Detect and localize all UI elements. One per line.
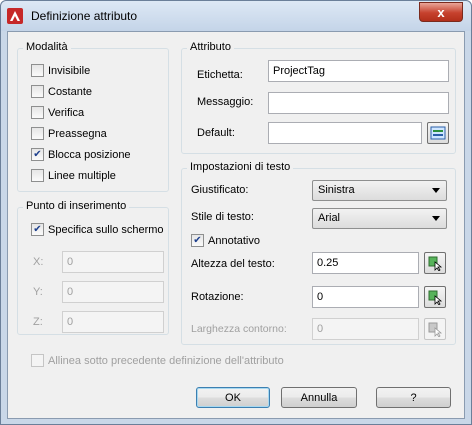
checkbox-costante[interactable]: Costante [31, 84, 92, 99]
modalita-group: Modalità Invisibile Costante Verifica Pr… [17, 41, 169, 192]
checkbox-box[interactable] [31, 106, 44, 119]
checkbox-linee-multiple-label: Linee multiple [48, 169, 116, 182]
x-label: X: [33, 256, 44, 268]
checkbox-invisibile[interactable]: Invisibile [31, 63, 90, 78]
checkbox-box[interactable] [31, 169, 44, 182]
modalita-group-label: Modalità [23, 41, 71, 53]
checkbox-verifica[interactable]: Verifica [31, 105, 84, 120]
giustificato-label: Giustificato: [191, 184, 249, 196]
close-button[interactable]: x [419, 2, 463, 22]
checkbox-annotativo[interactable]: Annotativo [191, 233, 260, 248]
ok-button[interactable]: OK [196, 387, 270, 408]
x-input[interactable]: 0 [62, 251, 164, 273]
chevron-down-icon [432, 216, 440, 221]
default-input[interactable] [268, 122, 422, 144]
insert-field-icon [430, 126, 446, 140]
checkbox-box-checked[interactable] [31, 223, 44, 236]
stile-testo-select[interactable]: Arial [312, 208, 447, 229]
pick-width-button[interactable] [424, 318, 446, 340]
punto-inserimento-group: Punto di inserimento Specifica sullo sch… [17, 200, 169, 335]
checkbox-allinea-label: Allinea sotto precedente definizione del… [48, 354, 284, 367]
pick-rotation-button[interactable] [424, 286, 446, 308]
stile-testo-value: Arial [318, 212, 341, 224]
y-label: Y: [33, 286, 43, 298]
window-title: Definizione attributo [31, 9, 138, 23]
checkbox-allinea[interactable]: Allinea sotto precedente definizione del… [31, 353, 284, 368]
pick-height-button[interactable] [424, 252, 446, 274]
chevron-down-icon [432, 188, 440, 193]
checkbox-box-disabled[interactable] [31, 354, 44, 367]
checkbox-box[interactable] [31, 127, 44, 140]
dialog-window: Definizione attributo x Modalità Invisib… [0, 0, 472, 425]
checkbox-specifica-label: Specifica sullo schermo [48, 223, 164, 236]
stile-testo-label: Stile di testo: [191, 211, 254, 223]
larghezza-contorno-input[interactable]: 0 [312, 318, 419, 340]
attributo-group: Attributo Etichetta: ProjectTag Messaggi… [181, 41, 456, 154]
larghezza-contorno-label: Larghezza contorno: [191, 323, 287, 335]
z-input[interactable]: 0 [62, 311, 164, 333]
giustificato-value: Sinistra [318, 184, 355, 196]
etichetta-label: Etichetta: [197, 69, 243, 81]
z-label: Z: [33, 316, 43, 328]
rotazione-label: Rotazione: [191, 291, 244, 303]
pick-point-icon [428, 256, 443, 271]
rotazione-input[interactable]: 0 [312, 286, 419, 308]
etichetta-input[interactable]: ProjectTag [268, 60, 449, 82]
checkbox-specifica-sullo-schermo[interactable]: Specifica sullo schermo [31, 222, 164, 237]
checkbox-box-checked[interactable] [31, 148, 44, 161]
annulla-button[interactable]: Annulla [281, 387, 357, 408]
impostazioni-testo-group-label: Impostazioni di testo [187, 161, 294, 173]
checkbox-invisibile-label: Invisibile [48, 64, 91, 77]
default-label: Default: [197, 127, 235, 139]
dialog-client-area: Modalità Invisibile Costante Verifica Pr… [7, 31, 465, 419]
checkbox-blocca-posizione-label: Blocca posizione [48, 148, 131, 161]
altezza-testo-label: Altezza del testo: [191, 258, 275, 270]
checkbox-preassegna[interactable]: Preassegna [31, 126, 107, 141]
checkbox-box[interactable] [31, 64, 44, 77]
messaggio-label: Messaggio: [197, 96, 254, 108]
checkbox-box[interactable] [31, 85, 44, 98]
checkbox-box-checked[interactable] [191, 234, 204, 247]
giustificato-select[interactable]: Sinistra [312, 180, 447, 201]
checkbox-preassegna-label: Preassegna [48, 127, 107, 140]
punto-inserimento-group-label: Punto di inserimento [23, 200, 130, 212]
help-button[interactable]: ? [376, 387, 451, 408]
checkbox-linee-multiple[interactable]: Linee multiple [31, 168, 116, 183]
y-input[interactable]: 0 [62, 281, 164, 303]
attributo-group-label: Attributo [187, 41, 234, 53]
messaggio-input[interactable] [268, 92, 449, 114]
checkbox-annotativo-label: Annotativo [208, 234, 260, 247]
checkbox-verifica-label: Verifica [48, 106, 85, 119]
pick-point-icon [428, 322, 443, 337]
autocad-app-icon [7, 8, 23, 24]
altezza-testo-input[interactable]: 0.25 [312, 252, 419, 274]
checkbox-costante-label: Costante [48, 85, 93, 98]
title-bar[interactable]: Definizione attributo x [1, 1, 471, 31]
checkbox-blocca-posizione[interactable]: Blocca posizione [31, 147, 131, 162]
pick-point-icon [428, 290, 443, 305]
impostazioni-testo-group: Impostazioni di testo Giustificato: Sini… [181, 161, 456, 345]
close-icon: x [437, 4, 445, 20]
insert-field-button[interactable] [427, 122, 449, 144]
